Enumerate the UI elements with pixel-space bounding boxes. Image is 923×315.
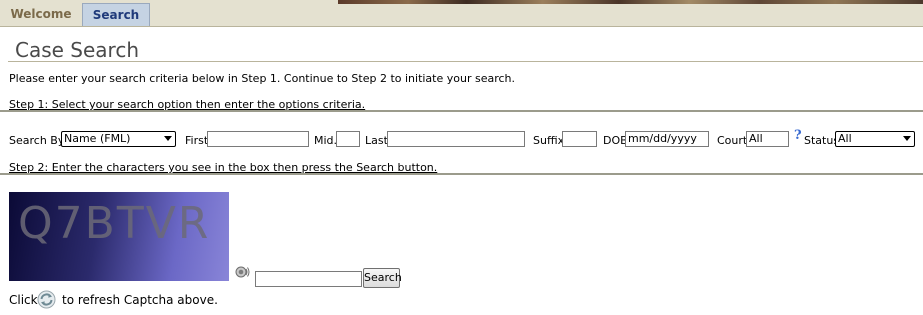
middle-name-label: Mid. (314, 134, 338, 147)
captcha-input[interactable] (255, 271, 362, 287)
captcha-text: Q7BTVR (18, 198, 211, 249)
top-navigation-bar: Welcome Search (0, 0, 923, 27)
chevron-down-icon (903, 136, 911, 141)
last-name-label: Last (365, 134, 388, 147)
chevron-down-icon (164, 136, 172, 141)
court-input[interactable]: All (746, 131, 789, 147)
suffix-label: Suffix (533, 134, 565, 147)
first-name-input[interactable] (207, 131, 309, 147)
intro-text: Please enter your search criteria below … (9, 72, 516, 85)
first-name-label: First (185, 134, 209, 147)
search-by-label: Search By: (9, 134, 68, 147)
dob-input[interactable]: mm/dd/yyyy (625, 131, 709, 147)
step1-divider (0, 110, 923, 112)
dob-label: DOB (603, 134, 628, 147)
page-title: Case Search (15, 38, 140, 62)
search-by-selected-value: Name (FML) (64, 132, 131, 145)
captcha-image: Q7BTVR (9, 192, 229, 281)
help-icon[interactable]: ? (794, 128, 802, 143)
suffix-input[interactable] (562, 131, 597, 147)
middle-name-input[interactable] (336, 131, 360, 147)
refresh-prefix-text: Click (9, 293, 38, 307)
refresh-suffix-text: to refresh Captcha above. (62, 293, 218, 307)
status-label: Status (804, 134, 840, 147)
search-by-select[interactable]: Name (FML) (61, 131, 176, 147)
tab-welcome[interactable]: Welcome (0, 3, 82, 25)
search-button[interactable]: Search (363, 268, 402, 288)
status-select[interactable]: All (835, 131, 915, 147)
refresh-icon[interactable] (37, 290, 56, 309)
tab-search[interactable]: Search (82, 3, 150, 26)
search-criteria-row: Search By: Name (FML) First Mid. Last Su… (0, 128, 923, 148)
step2-divider (0, 173, 923, 175)
header-banner-image (338, 0, 923, 4)
court-label: Court (717, 134, 748, 147)
last-name-input[interactable] (387, 131, 525, 147)
status-selected-value: All (838, 132, 852, 145)
speaker-icon[interactable] (235, 264, 251, 280)
title-divider (8, 61, 923, 62)
